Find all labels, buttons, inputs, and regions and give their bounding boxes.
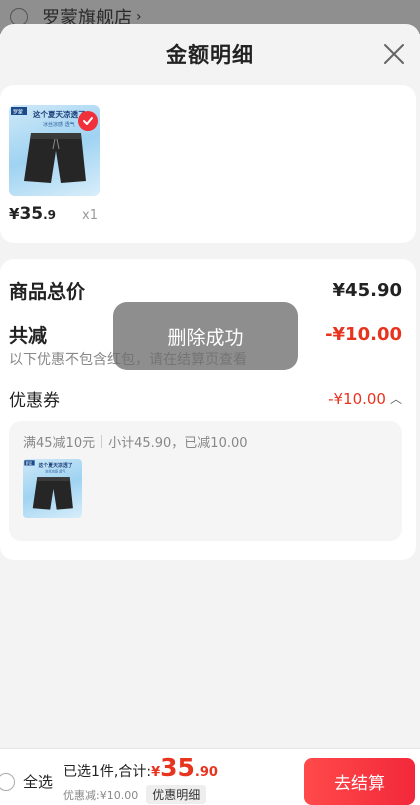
coupon-product-thumbnail: 罗蒙 这个夏天凉透了 冰丝凉感 透气 bbox=[23, 459, 82, 518]
coupon-rule: 满45减10元 bbox=[23, 436, 96, 451]
total-price-label: 商品总价 bbox=[9, 281, 86, 303]
selected-badge bbox=[78, 111, 98, 131]
item-card: 罗蒙 这个夏天凉透了 冰丝凉感 透气 ¥ 35 .9 x1 bbox=[0, 85, 416, 243]
discount-detail-button[interactable]: 优惠明细 bbox=[146, 785, 207, 804]
item-quantity: x1 bbox=[82, 208, 98, 223]
product-thumbnail: 罗蒙 这个夏天凉透了 冰丝凉感 透气 bbox=[9, 105, 100, 196]
coupon-value-wrap: -¥10.00 ︿ bbox=[328, 390, 402, 408]
price-decimal: .9 bbox=[43, 208, 57, 222]
selected-total-label: 已选1件,合计: bbox=[63, 764, 152, 780]
total-line: 已选1件,合计: ¥ 35 .90 bbox=[63, 755, 218, 781]
shorts-image: 罗蒙 这个夏天凉透了 冰丝凉感 透气 bbox=[24, 460, 73, 510]
coupon-row[interactable]: 优惠券 -¥10.00 ︿ bbox=[9, 386, 402, 412]
svg-text:罗蒙: 罗蒙 bbox=[26, 461, 33, 466]
coupon-subtotal: 小计45.90，已减10.00 bbox=[108, 436, 248, 451]
discount-line: 优惠减:¥10.00 优惠明细 bbox=[63, 785, 218, 804]
coupon-value: -¥10.00 bbox=[328, 389, 386, 408]
sheet-header: 金额明细 bbox=[0, 24, 420, 84]
store-chevron-icon: › bbox=[136, 9, 142, 25]
collapse-arrow-icon[interactable]: ︿ bbox=[390, 390, 402, 407]
divider bbox=[101, 435, 103, 448]
radio-icon bbox=[0, 772, 15, 791]
total-integer: 35 bbox=[160, 753, 195, 782]
price-currency: ¥ bbox=[9, 205, 20, 223]
total-reduce-value: -¥10.00 bbox=[325, 324, 402, 345]
close-button[interactable] bbox=[382, 42, 406, 66]
check-icon bbox=[83, 117, 93, 125]
product-item[interactable]: 罗蒙 这个夏天凉透了 冰丝凉感 透气 ¥ 35 .9 x1 bbox=[9, 105, 101, 224]
total-currency: ¥ bbox=[151, 765, 161, 780]
price-integer: 35 bbox=[19, 204, 44, 224]
svg-text:这个夏天凉透了: 这个夏天凉透了 bbox=[39, 462, 73, 469]
amount-detail-sheet: 金额明细 罗蒙 这个夏天凉透了 冰丝凉感 透气 ¥ 35 .9 x1 商品总价 … bbox=[0, 24, 420, 805]
coupon-label: 优惠券 bbox=[9, 391, 60, 411]
total-reduce-label: 共减 bbox=[9, 325, 48, 347]
svg-text:罗蒙: 罗蒙 bbox=[13, 109, 23, 116]
select-all-label: 全选 bbox=[23, 773, 54, 791]
sheet-title: 金额明细 bbox=[166, 43, 254, 67]
item-price-row: ¥ 35 .9 x1 bbox=[9, 204, 101, 224]
bottom-bar: 全选 已选1件,合计: ¥ 35 .90 优惠减:¥10.00 优惠明细 去结算 bbox=[0, 748, 420, 805]
select-all-toggle[interactable]: 全选 bbox=[0, 771, 53, 792]
total-price-value: ¥45.90 bbox=[332, 280, 402, 301]
page: 罗蒙旗舰店 › 金额明细 罗蒙 这个夏天凉透了 冰丝凉感 透气 ¥ 35 .9 … bbox=[0, 0, 420, 805]
toast-message: 删除成功 bbox=[113, 302, 298, 370]
total-area: 已选1件,合计: ¥ 35 .90 优惠减:¥10.00 优惠明细 bbox=[63, 755, 218, 804]
total-price-row: 商品总价 ¥45.90 bbox=[9, 277, 402, 304]
svg-text:冰丝凉感 透气: 冰丝凉感 透气 bbox=[45, 469, 66, 474]
coupon-detail-box: 满45减10元 小计45.90，已减10.00 罗蒙 这个夏天凉透了 冰丝凉感 … bbox=[9, 421, 402, 541]
coupon-description: 满45减10元 小计45.90，已减10.00 bbox=[23, 432, 248, 451]
close-icon bbox=[384, 44, 404, 64]
discount-text: 优惠减:¥10.00 bbox=[63, 788, 139, 802]
checkout-button[interactable]: 去结算 bbox=[304, 758, 415, 805]
svg-text:冰丝凉感 透气: 冰丝凉感 透气 bbox=[43, 121, 75, 128]
total-decimal: .90 bbox=[194, 765, 218, 780]
